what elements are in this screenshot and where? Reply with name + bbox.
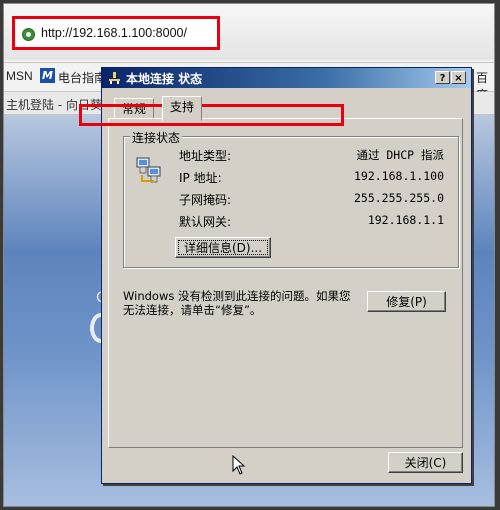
connection-status-dialog: 本地连接 状态 ? × 常规 支持 连接状态 地址类型: 通过 DHCP 指派 …: [101, 67, 472, 484]
close-button[interactable]: 关闭(C): [388, 452, 463, 473]
repair-button[interactable]: 修复(P): [367, 291, 446, 312]
ip-address-value: 192.168.1.100: [353, 169, 444, 183]
tv-guide-icon: M: [40, 68, 55, 83]
address-bar[interactable]: http://192.168.1.100:8000/: [12, 16, 220, 50]
link-msn[interactable]: MSN: [6, 69, 33, 83]
details-button[interactable]: 详细信息(D)...: [175, 237, 271, 258]
network-connection-icon: [109, 72, 120, 84]
ip-address-row: IP 地址: 192.168.1.100: [179, 168, 444, 186]
close-icon[interactable]: ×: [451, 71, 466, 84]
address-type-label: 地址类型:: [179, 149, 232, 163]
page-icon: [22, 28, 35, 41]
link-tv-guide[interactable]: 电台指南: [58, 69, 106, 86]
subnet-mask-label: 子网掩码:: [179, 193, 232, 207]
diagnostic-message: Windows 没有检测到此连接的问题。如果您无法连接，请单击“修复”。: [123, 289, 351, 317]
help-button[interactable]: ?: [435, 71, 450, 84]
ip-address-label: IP 地址:: [179, 171, 222, 185]
subnet-mask-value: 255.255.255.0: [353, 191, 444, 205]
ip-highlight-box: [79, 104, 344, 126]
default-gateway-label: 默认网关:: [179, 215, 232, 229]
address-bar-area: http://192.168.1.100:8000/: [4, 4, 494, 60]
address-type-value: 通过 DHCP 指派: [356, 148, 444, 162]
browser-window: http://192.168.1.100:8000/ MSN M 电台指南 百度…: [3, 3, 495, 507]
support-panel: 连接状态 地址类型: 通过 DHCP 指派 IP 地址: 192.168.1.1…: [108, 118, 463, 448]
default-gateway-row: 默认网关: 192.168.1.1: [179, 212, 444, 230]
dialog-title: 本地连接 状态: [126, 72, 203, 86]
tab-support[interactable]: 支持: [162, 96, 203, 121]
url-text[interactable]: http://192.168.1.100:8000/: [41, 26, 187, 40]
default-gateway-value: 192.168.1.1: [367, 213, 444, 227]
mouse-cursor-icon: [232, 455, 246, 475]
connection-status-group: 连接状态 地址类型: 通过 DHCP 指派 IP 地址: 192.168.1.1…: [123, 129, 459, 268]
address-type-row: 地址类型: 通过 DHCP 指派: [179, 146, 444, 164]
network-computers-icon: [136, 157, 161, 183]
group-title: 连接状态: [130, 129, 183, 146]
dialog-titlebar[interactable]: 本地连接 状态 ? ×: [102, 68, 471, 88]
subnet-mask-row: 子网掩码: 255.255.255.0: [179, 190, 444, 208]
